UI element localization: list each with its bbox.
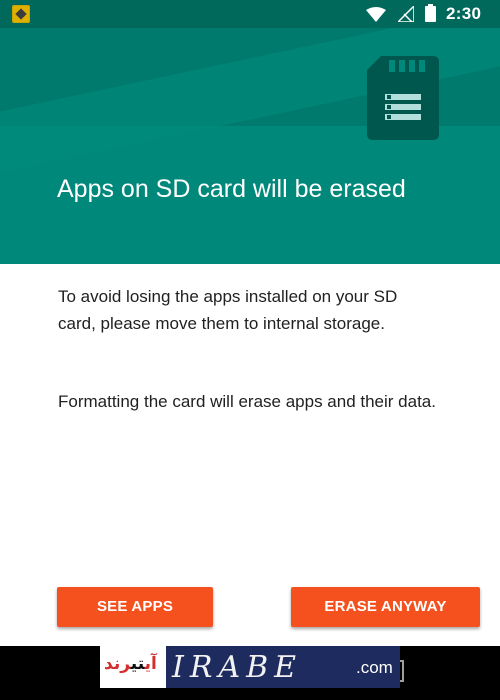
clock: 2:30 — [446, 4, 482, 23]
watermark-letters: IRABE — [172, 650, 303, 685]
wifi-icon — [366, 7, 386, 22]
sd-card-icon — [367, 56, 439, 140]
signal-icon — [398, 6, 414, 22]
see-apps-button[interactable]: SEE APPS — [57, 587, 213, 627]
dialog-body: To avoid losing the apps installed on yo… — [0, 264, 500, 584]
erase-anyway-button[interactable]: ERASE ANYWAY — [291, 587, 480, 627]
battery-icon — [425, 4, 436, 22]
app-notification-icon — [12, 5, 30, 23]
watermark-persian-text: آیتیرند — [104, 654, 157, 673]
dialog-title: Apps on SD card will be erased — [57, 175, 406, 203]
dialog-header: Apps on SD card will be erased — [0, 28, 500, 264]
dialog-message-move-apps: To avoid losing the apps installed on yo… — [58, 287, 398, 333]
dialog-message-formatting: Formatting the card will erase apps and … — [58, 392, 436, 411]
screen: 2:30 Apps on SD card will be erased To a… — [0, 0, 500, 700]
watermark-logo: آیتیرند IRABE .com — [100, 646, 400, 688]
status-bar: 2:30 — [0, 0, 500, 28]
watermark-domain: .com — [356, 658, 393, 677]
